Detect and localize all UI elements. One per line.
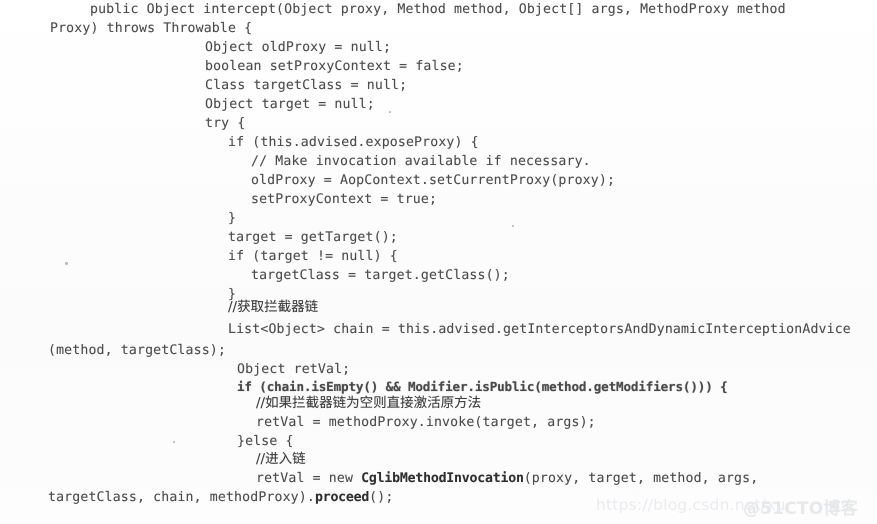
code-line: Proxy) throws Throwable { — [50, 21, 253, 36]
code-text: targetClass, chain, methodProxy). — [48, 490, 315, 505]
code-line: //获取拦截器链 — [228, 299, 319, 315]
code-line: (method, targetClass); — [48, 343, 226, 358]
scan-speck — [65, 262, 68, 265]
watermark: https://blog.csdn.net/xu @51CTO博客 — [596, 494, 877, 520]
code-line: Class targetClass = null; — [205, 78, 408, 93]
code-identifier-emphasis: CglibMethodInvocation — [361, 471, 524, 486]
code-identifier-emphasis: proceed — [314, 490, 370, 505]
code-line: // Make invocation available if necessar… — [251, 154, 591, 169]
code-line: try { — [205, 116, 246, 131]
code-line: targetClass = target.getClass(); — [251, 268, 510, 283]
code-line: } — [228, 211, 237, 226]
code-line: Object oldProxy = null; — [205, 40, 392, 55]
code-line: retVal = new CglibMethodInvocation(proxy… — [256, 471, 758, 486]
code-line: setProxyContext = true; — [251, 192, 438, 207]
paper-background — [0, 0, 877, 524]
code-line: target = getTarget(); — [228, 230, 398, 245]
scanned-page: public Object intercept(Object proxy, Me… — [0, 0, 877, 524]
code-line: boolean setProxyContext = false; — [205, 59, 464, 74]
code-text: (); — [369, 490, 394, 505]
scan-speck — [173, 441, 175, 443]
code-line: Object retVal; — [237, 362, 351, 377]
watermark-url: https://blog.csdn.net/xu — [596, 496, 786, 514]
code-line: }else { — [237, 434, 294, 449]
code-line: oldProxy = AopContext.setCurrentProxy(pr… — [251, 173, 616, 188]
code-line: List<Object> chain = this.advised.getInt… — [228, 322, 851, 337]
code-line: if (chain.isEmpty() && Modifier.isPublic… — [237, 379, 728, 394]
scan-speck — [389, 111, 391, 113]
code-line: //进入链 — [256, 451, 306, 467]
scan-speck — [512, 225, 514, 227]
code-text: (proxy, target, method, args, — [523, 471, 759, 486]
code-line: //如果拦截器链为空则直接激活原方法 — [256, 395, 482, 411]
code-line: targetClass, chain, methodProxy).proceed… — [48, 490, 393, 505]
code-line: if (this.advised.exposeProxy) { — [228, 135, 479, 150]
code-line: Object target = null; — [205, 97, 375, 112]
watermark-brand: @51CTO博客 — [743, 499, 858, 519]
code-line: retVal = methodProxy.invoke(target, args… — [256, 415, 596, 430]
code-text: retVal = new — [256, 471, 362, 486]
code-line: if (target != null) { — [228, 249, 398, 264]
code-line: public Object intercept(Object proxy, Me… — [90, 2, 786, 17]
